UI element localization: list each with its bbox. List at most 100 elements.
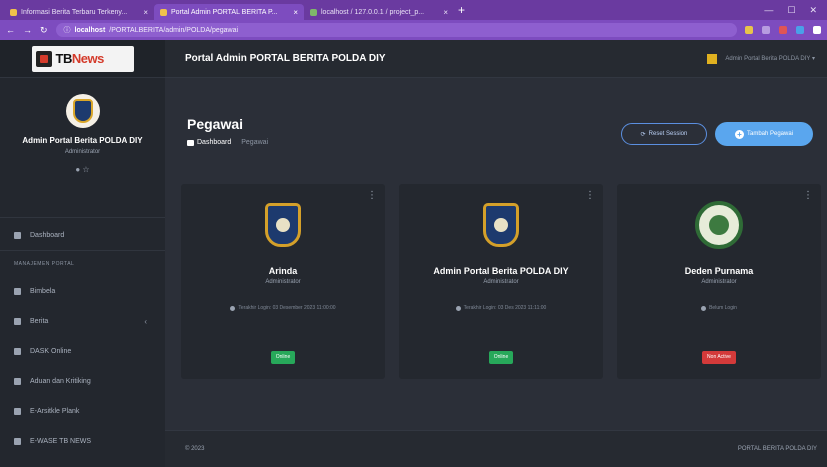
- close-window-icon[interactable]: ✕: [809, 5, 817, 16]
- app-title: Portal Admin PORTAL BERITA POLDA DIY: [185, 53, 386, 64]
- extension-icons: [745, 26, 821, 34]
- menu-icon: [14, 437, 21, 445]
- browser-tab-active[interactable]: Portal Admin PORTAL BERITA P... ×: [154, 4, 304, 20]
- sidebar-item[interactable]: E-WASE TB NEWS: [0, 426, 165, 456]
- sidebar-item-dashboard[interactable]: Dashboard: [0, 220, 165, 250]
- employee-photo: [474, 198, 528, 252]
- sidebar-item[interactable]: DASK Online: [0, 336, 165, 366]
- logo-icon: [35, 50, 52, 67]
- menu-icon: [14, 347, 21, 355]
- plus-icon: +: [734, 129, 744, 139]
- copyright: © 2023: [185, 446, 205, 452]
- url-path: /PORTALBERITA/admin/POLDA/pegawai: [109, 26, 239, 34]
- add-employee-button[interactable]: + Tambah Pegawai: [715, 122, 813, 146]
- tab-label: localhost / 127.0.0.1 / project_p...: [321, 8, 425, 16]
- more-icon[interactable]: ⋮: [585, 190, 595, 201]
- last-login: Terakhir Login: 03 Desember 2023 11:00:0…: [181, 305, 385, 311]
- extension-icon[interactable]: [745, 26, 753, 34]
- close-tab-icon[interactable]: ×: [293, 8, 298, 17]
- address-bar: ← → ↻ ⓘ localhost/PORTALBERITA/admin/POL…: [0, 20, 827, 40]
- reload-icon[interactable]: ↻: [40, 25, 48, 36]
- employee-name: Deden Purnama: [684, 266, 754, 276]
- menu-icon: [14, 407, 21, 415]
- sidebar-item[interactable]: Aduan dan Kritiking: [0, 366, 165, 396]
- browser-tab[interactable]: localhost / 127.0.0.1 / project_p... ×: [304, 4, 454, 20]
- maximize-icon[interactable]: ☐: [787, 5, 795, 16]
- clock-icon: [455, 305, 461, 311]
- sidebar-item[interactable]: Bimbela: [0, 276, 165, 306]
- sidebar: TBNews Admin Portal Berita POLDA DIY Adm…: [0, 40, 165, 467]
- window-controls: — ☐ ✕: [764, 5, 827, 16]
- employee-list: ⋮ Arinda Administrator Terakhir Login: 0…: [181, 184, 821, 379]
- police-badge-icon: [483, 203, 519, 247]
- breadcrumb-home[interactable]: Dashboard: [187, 139, 231, 146]
- back-icon[interactable]: ←: [6, 25, 15, 35]
- browser-tab[interactable]: Informasi Berita Terbaru Terkeny... ×: [4, 4, 154, 20]
- extension-icon[interactable]: [796, 26, 804, 34]
- close-tab-icon[interactable]: ×: [143, 8, 148, 17]
- employee-photo: [692, 198, 746, 252]
- employee-card: ⋮ Admin Portal Berita POLDA DIY Administ…: [399, 184, 603, 379]
- favicon-icon: [310, 8, 317, 16]
- refresh-icon: ⟳: [640, 131, 646, 138]
- topbar: Portal Admin PORTAL BERITA POLDA DIY Adm…: [165, 40, 827, 78]
- page-title: Pegawai: [187, 116, 244, 132]
- extension-icon[interactable]: [779, 26, 787, 34]
- user-role: Administrator: [64, 149, 101, 155]
- sidebar-nav: Dashboard MANAJEMEN PORTAL Bimbela Berit…: [0, 218, 165, 456]
- flag-icon: [707, 53, 718, 64]
- chevron-left-icon: ‹: [144, 316, 147, 326]
- brand-name: TBNews: [55, 51, 105, 66]
- status-badge: Non Active: [702, 351, 736, 364]
- police-badge-icon: [265, 203, 301, 247]
- user-menu-label: Admin Portal Berita POLDA DIY ▾: [725, 56, 815, 62]
- tab-label: Informasi Berita Terbaru Terkeny...: [21, 8, 128, 16]
- employee-role: Administrator: [701, 279, 737, 285]
- new-tab-button[interactable]: +: [458, 3, 465, 17]
- user-menu[interactable]: Admin Portal Berita POLDA DIY ▾: [707, 53, 827, 64]
- breadcrumb: Dashboard Pegawai: [187, 139, 268, 146]
- police-badge-icon: [72, 99, 93, 123]
- employee-card: ⋮ Arinda Administrator Terakhir Login: 0…: [181, 184, 385, 379]
- menu-icon: [14, 287, 21, 295]
- extension-icon[interactable]: [762, 26, 770, 34]
- clock-icon: [701, 305, 707, 311]
- more-icon[interactable]: ⋮: [367, 190, 377, 201]
- home-icon: [187, 139, 194, 146]
- profile-icon[interactable]: [813, 26, 821, 34]
- user-name: Admin Portal Berita POLDA DIY: [22, 136, 143, 145]
- footer: © 2023 PORTAL BERITA POLDA DIY: [165, 430, 827, 467]
- employee-card: ⋮ Deden Purnama Administrator Belum Logi…: [617, 184, 821, 379]
- brand[interactable]: TBNews: [0, 40, 165, 78]
- employee-photo: [256, 198, 310, 252]
- sidebar-item[interactable]: Berita ‹: [0, 306, 165, 336]
- user-panel: Admin Portal Berita POLDA DIY Administra…: [0, 78, 165, 218]
- reset-session-button[interactable]: ⟳ Reset Session: [621, 123, 707, 145]
- avatar: [65, 94, 100, 128]
- minimize-icon[interactable]: —: [764, 5, 773, 16]
- favicon-icon: [10, 8, 17, 16]
- more-icon[interactable]: ⋮: [803, 190, 813, 201]
- url-host: localhost: [74, 26, 106, 34]
- employee-role: Administrator: [265, 279, 301, 285]
- forward-icon[interactable]: →: [23, 25, 32, 35]
- status-badge: Online: [488, 351, 514, 364]
- browser-tab-bar: Informasi Berita Terbaru Terkeny... × Por…: [0, 0, 827, 20]
- info-icon: ⓘ: [63, 27, 71, 34]
- clock-icon: [230, 305, 236, 311]
- url-field[interactable]: ⓘ localhost/PORTALBERITA/admin/POLDA/peg…: [55, 23, 737, 37]
- menu-icon: [14, 377, 21, 385]
- employee-name: Arinda: [268, 266, 298, 276]
- close-tab-icon[interactable]: ×: [443, 8, 448, 17]
- employee-role: Administrator: [483, 279, 519, 285]
- user-status: ● ☆: [75, 165, 90, 174]
- sidebar-item[interactable]: E-Arsitkle Plank: [0, 396, 165, 426]
- breadcrumb-current: Pegawai: [241, 139, 269, 146]
- last-login: Terakhir Login: 03 Des 2023 11:11:00: [399, 305, 603, 311]
- footer-brand: PORTAL BERITA POLDA DIY: [737, 446, 817, 452]
- employee-name: Admin Portal Berita POLDA DIY: [433, 266, 569, 276]
- dashboard-icon: [14, 231, 21, 239]
- seal-icon: [695, 201, 743, 249]
- brand-logo: TBNews: [31, 45, 134, 72]
- sidebar-heading: MANAJEMEN PORTAL: [0, 250, 165, 276]
